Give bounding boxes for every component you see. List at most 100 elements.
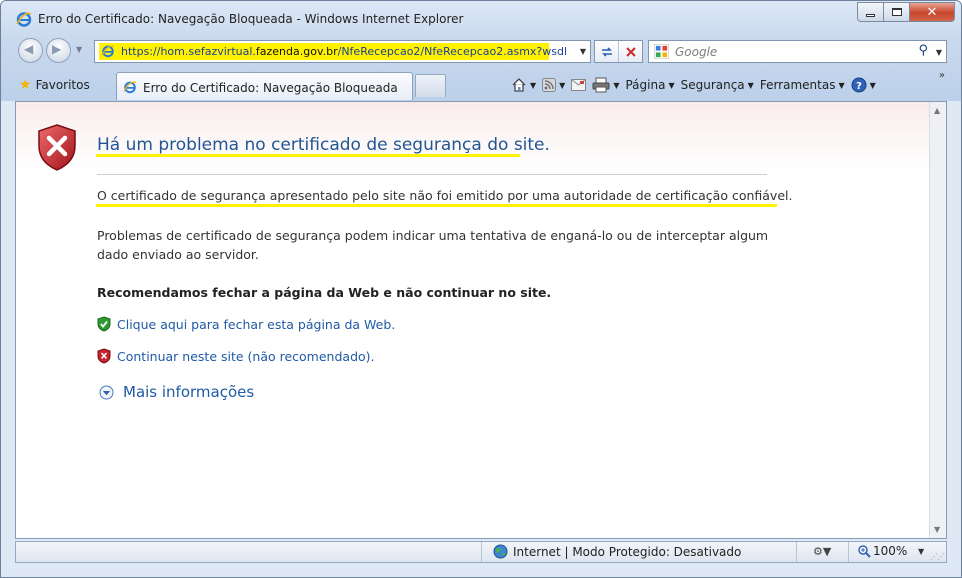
tools-menu-label: Ferramentas	[759, 78, 836, 92]
help-button[interactable]: ? ▼	[851, 74, 876, 96]
svg-text:?: ?	[856, 81, 862, 92]
shield-error-small-icon	[97, 348, 111, 364]
window-title: Erro do Certificado: Navegação Bloqueada…	[38, 12, 464, 26]
title-bar: Erro do Certificado: Navegação Bloqueada…	[1, 1, 961, 35]
toolbar-overflow-chevron[interactable]: »	[939, 70, 945, 81]
window-controls: ✕	[857, 2, 955, 22]
security-zone[interactable]: Internet | Modo Protegido: Desativado	[493, 544, 741, 559]
url-host-prefix: hom.sefazvirtual.	[160, 45, 256, 58]
search-placeholder: Google	[675, 45, 718, 59]
shield-ok-icon	[97, 316, 111, 332]
chevron-down-icon: ▼	[747, 80, 754, 90]
close-page-link[interactable]: Clique aqui para fechar esta página da W…	[97, 316, 395, 332]
scroll-down-icon[interactable]: ▼	[934, 525, 940, 534]
zoom-level[interactable]: 100%	[858, 544, 907, 558]
address-url: https://hom.sefazvirtual.fazenda.gov.br/…	[121, 45, 567, 58]
tab-title: Erro do Certificado: Navegação Bloqueada	[143, 81, 398, 95]
search-options-dropdown[interactable]: ▼	[936, 48, 942, 57]
refresh-button[interactable]	[595, 41, 618, 62]
minimize-button[interactable]	[857, 2, 884, 22]
url-domain: fazenda.gov.br	[255, 45, 338, 58]
close-page-link-label: Clique aqui para fechar esta página da W…	[117, 316, 396, 332]
chevron-down-icon: ▼	[559, 80, 566, 90]
page-content: Há um problema no certificado de seguran…	[15, 101, 947, 539]
ie-tab-icon	[123, 81, 137, 94]
warning-explanation: Problemas de certificado de segurança po…	[97, 228, 769, 262]
tools-menu[interactable]: Ferramentas ▼	[760, 74, 845, 96]
close-icon: ✕	[926, 4, 938, 20]
mail-button[interactable]	[571, 74, 587, 96]
zoom-value: 100%	[873, 544, 908, 558]
page-title: Há um problema no certificado de seguran…	[97, 135, 550, 155]
favorites-button[interactable]: ★ Favoritos	[19, 75, 90, 95]
command-bar: ▼ ▼ ▼ Página ▼ Segurança ▼ Ferramentas ▼…	[511, 74, 882, 96]
chevron-down-icon: ▼	[530, 80, 537, 90]
home-button[interactable]: ▼	[511, 74, 536, 96]
url-path: /NfeRecepcao2/NfeRecepcao2.asmx?wsdl	[337, 45, 568, 58]
tab-command-row: ★ Favoritos Erro do Certificado: Navegaç…	[1, 69, 961, 101]
chevron-down-icon	[99, 385, 114, 399]
new-tab-button[interactable]	[415, 74, 446, 97]
resize-grip[interactable]: ⋰⋰	[930, 552, 945, 561]
browser-window: Erro do Certificado: Navegação Bloqueada…	[0, 0, 962, 578]
feeds-button[interactable]: ▼	[542, 74, 565, 96]
print-icon	[592, 77, 610, 93]
star-icon: ★	[19, 77, 32, 93]
zoom-dropdown[interactable]: ▼	[918, 547, 924, 556]
favorites-label: Favoritos	[35, 78, 90, 92]
close-window-button[interactable]: ✕	[910, 2, 955, 22]
more-info-label: Mais informações	[123, 383, 255, 401]
tab-active[interactable]: Erro do Certificado: Navegação Bloqueada	[116, 72, 413, 100]
recent-pages-dropdown[interactable]: ▼	[76, 45, 82, 54]
address-bar[interactable]: https://hom.sefazvirtual.fazenda.gov.br/…	[94, 40, 591, 63]
status-divider	[481, 542, 482, 562]
chevron-down-icon: ▼	[838, 80, 845, 90]
vertical-scrollbar[interactable]: ▲ ▼	[929, 102, 946, 538]
globe-icon	[493, 544, 508, 559]
continue-site-link[interactable]: Continuar neste site (não recomendado).	[97, 348, 375, 364]
back-button[interactable]: ◀	[18, 38, 43, 63]
print-button[interactable]: ▼	[592, 74, 619, 96]
address-dropdown[interactable]: ▼	[580, 47, 586, 56]
search-icon: ⚲	[918, 43, 928, 58]
recommendation-text: Recomendamos fechar a página da Web e nã…	[97, 285, 552, 300]
stop-icon	[626, 46, 636, 57]
page-menu[interactable]: Página ▼	[625, 74, 674, 96]
shield-error-icon	[38, 124, 76, 171]
maximize-icon	[891, 8, 902, 16]
help-icon: ?	[851, 77, 867, 93]
search-button[interactable]: ⚲	[918, 43, 928, 58]
forward-icon: ▶	[52, 42, 62, 56]
page-menu-label: Página	[625, 78, 666, 92]
forward-button[interactable]: ▶	[46, 38, 71, 63]
security-menu[interactable]: Segurança ▼	[681, 74, 754, 96]
back-icon: ◀	[24, 42, 34, 56]
ie-page-icon	[101, 45, 115, 58]
status-divider	[796, 542, 797, 562]
scroll-up-icon[interactable]: ▲	[934, 106, 940, 115]
status-bar: Internet | Modo Protegido: Desativado ⚙▼…	[15, 541, 947, 563]
minimize-icon	[866, 13, 875, 17]
title-highlight	[96, 154, 520, 157]
certificate-message: O certificado de segurança apresentado p…	[97, 188, 793, 203]
ie-logo-icon	[16, 12, 32, 27]
url-protocol: https://	[121, 45, 161, 58]
feeds-icon	[542, 78, 557, 92]
mail-icon	[571, 79, 587, 91]
maximize-button[interactable]	[884, 2, 910, 22]
refresh-stop-group	[594, 40, 643, 63]
google-icon	[654, 44, 669, 59]
chevron-down-icon: ▼	[613, 80, 620, 90]
zoom-icon	[858, 544, 871, 558]
chevron-down-icon: ▼	[668, 80, 675, 90]
stop-button[interactable]	[618, 41, 642, 62]
protected-mode-options[interactable]: ⚙▼	[813, 545, 831, 558]
search-box[interactable]: Google ⚲ ▼	[648, 40, 947, 63]
security-zone-label: Internet | Modo Protegido: Desativado	[513, 544, 742, 559]
navigation-bar: ◀ ▶ ▼ https://hom.sefazvirtual.fazenda.g…	[1, 37, 961, 67]
divider	[97, 174, 767, 175]
refresh-icon	[601, 46, 612, 57]
continue-site-link-label: Continuar neste site (não recomendado).	[117, 348, 375, 364]
more-info-toggle[interactable]: Mais informações	[99, 383, 254, 401]
home-icon	[512, 78, 526, 92]
